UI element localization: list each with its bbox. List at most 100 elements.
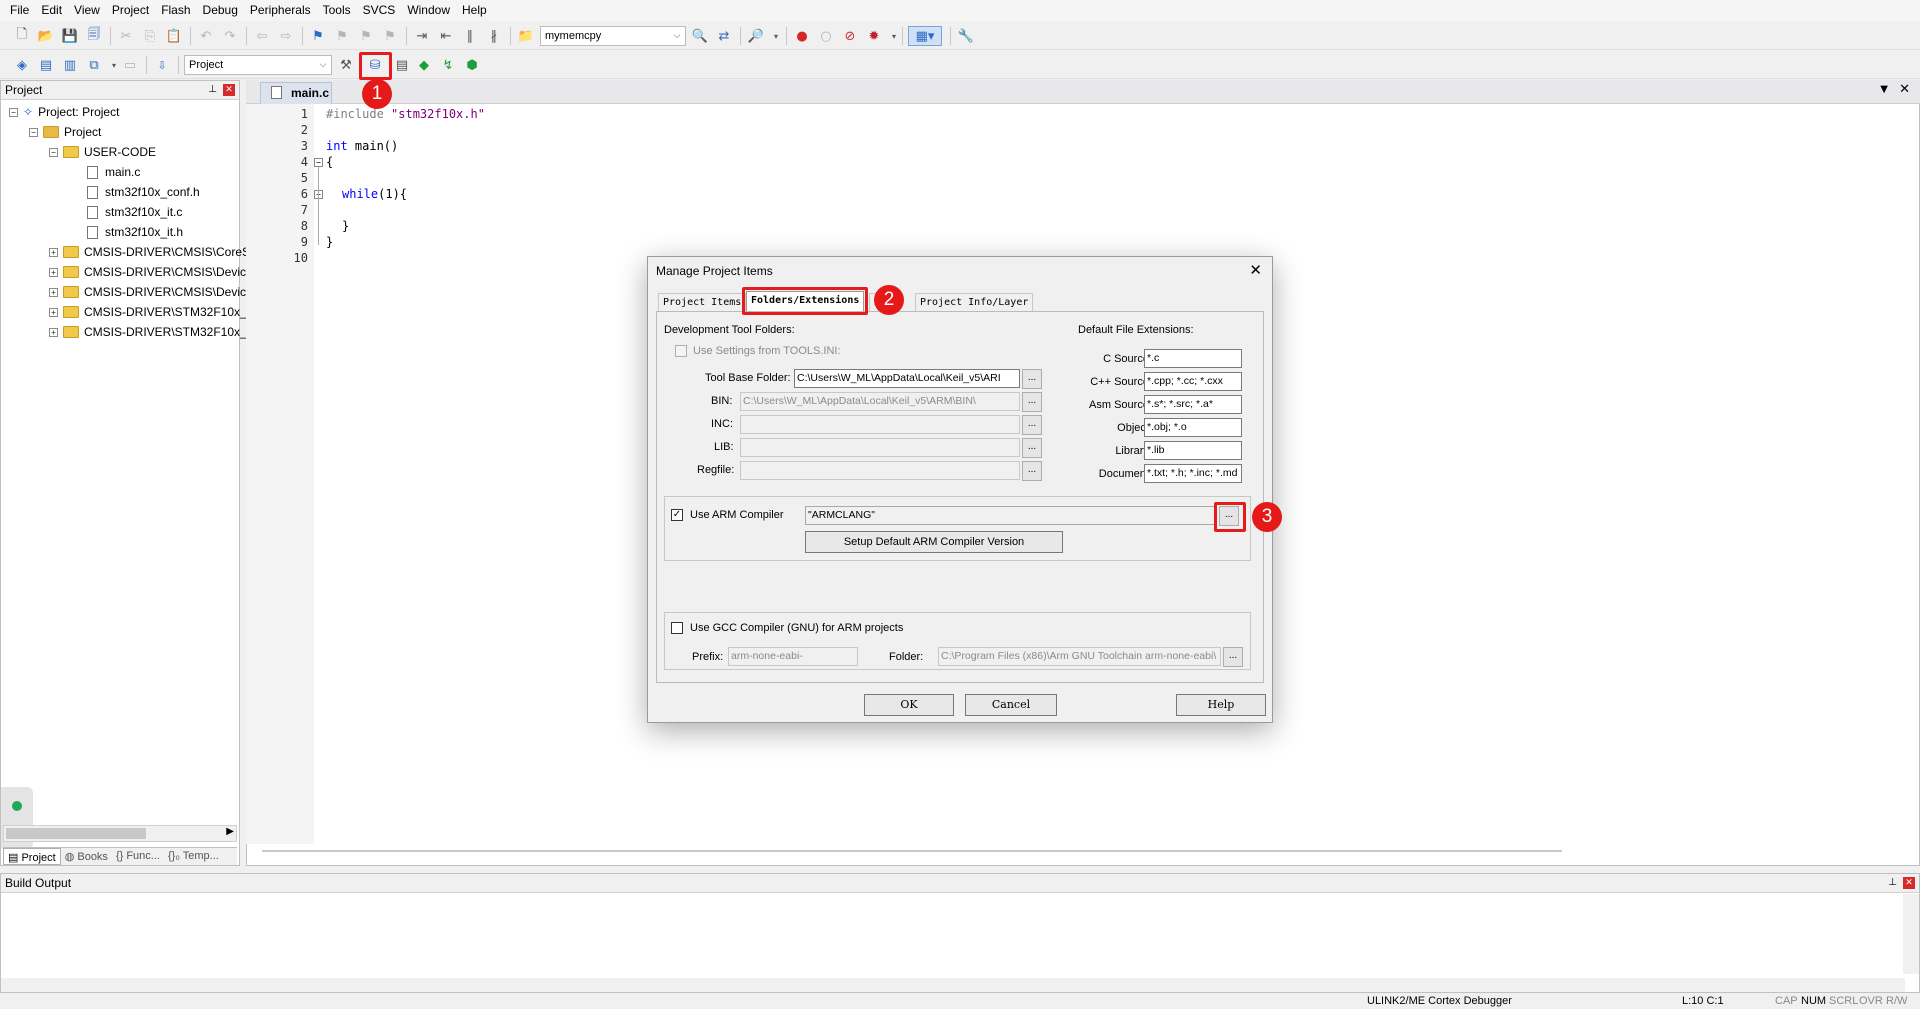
regfile-browse-button[interactable]: ...	[1022, 461, 1042, 481]
tree-item-group[interactable]: + CMSIS-DRIVER\CMSIS\Devic	[49, 283, 246, 301]
fold-toggle-icon[interactable]: −	[314, 158, 323, 167]
tool-base-folder-input[interactable]: C:\Users\W_ML\AppData\Local\Keil_v5\ARI	[794, 369, 1020, 388]
cancel-button[interactable]: Cancel	[965, 694, 1057, 716]
project-target-combo[interactable]: Project ⌵	[184, 55, 332, 75]
redo-icon[interactable]: ↷	[220, 26, 240, 46]
tree-item-group[interactable]: + CMSIS-DRIVER\CMSIS\Devic	[49, 263, 246, 281]
indent-icon[interactable]: ⇥	[412, 26, 432, 46]
expand-icon[interactable]: +	[49, 327, 58, 337]
find-icon[interactable]: 🔍	[690, 26, 710, 46]
bin-browse-button[interactable]: ...	[1022, 392, 1042, 412]
ext-object-input[interactable]: *.obj; *.o	[1144, 418, 1242, 437]
ext-c-input[interactable]: *.c	[1144, 349, 1242, 368]
tab-functions[interactable]: {} Func...	[112, 848, 164, 865]
nav-back-icon[interactable]: ⇦	[252, 26, 272, 46]
tree-item-user-code[interactable]: − USER-CODE	[49, 143, 156, 161]
lib-browse-button[interactable]: ...	[1022, 438, 1042, 458]
window-layout-icon[interactable]: ▦▾	[908, 26, 942, 46]
kill-breakpoints-icon[interactable]: ⊘	[840, 26, 860, 46]
expand-icon[interactable]: +	[49, 247, 58, 257]
select-packs-icon[interactable]: ↯	[438, 55, 458, 75]
inc-browse-button[interactable]: ...	[1022, 415, 1042, 435]
editor-hscrollbar[interactable]	[262, 850, 1562, 852]
menu-flash[interactable]: Flash	[155, 0, 196, 21]
expand-icon[interactable]: +	[49, 307, 58, 317]
tab-main-c[interactable]: main.c	[260, 82, 332, 104]
uncomment-icon[interactable]: ∦	[484, 26, 504, 46]
manage-rte-icon[interactable]: ⬢	[462, 55, 482, 75]
cut-icon[interactable]: ✂	[116, 26, 136, 46]
bookmark-icon[interactable]: ⚑	[308, 26, 328, 46]
ok-button[interactable]: OK	[864, 694, 954, 716]
pack-installer-icon[interactable]: ◆	[414, 55, 434, 75]
close-icon[interactable]: ✕	[1903, 877, 1915, 889]
find-in-files-icon[interactable]: 📁	[516, 26, 536, 46]
tree-item-group[interactable]: + CMSIS-DRIVER\STM32F10x_S	[49, 323, 255, 341]
copy-icon[interactable]: ⎘	[140, 26, 160, 46]
regfile-input[interactable]	[740, 461, 1020, 480]
paste-icon[interactable]: 📋	[164, 26, 184, 46]
expand-icon[interactable]: +	[49, 287, 58, 297]
use-arm-checkbox[interactable]: ✓	[671, 509, 683, 521]
tab-project-items[interactable]: Project Items	[658, 293, 747, 311]
pin-icon[interactable]: ⊥	[1888, 874, 1897, 892]
lib-folder-input[interactable]	[740, 438, 1020, 457]
batch-build-icon[interactable]: ⧉	[84, 55, 104, 75]
undo-icon[interactable]: ↶	[196, 26, 216, 46]
gcc-prefix-input[interactable]: arm-none-eabi-	[728, 647, 858, 666]
rebuild-icon[interactable]: ▥	[60, 55, 80, 75]
download-icon[interactable]: ⇩	[152, 55, 172, 75]
prev-bookmark-icon[interactable]: ⚑	[332, 26, 352, 46]
arm-compiler-input[interactable]: "ARMCLANG"	[805, 506, 1215, 525]
menu-peripherals[interactable]: Peripherals	[244, 0, 317, 21]
close-icon[interactable]: ✕	[1249, 261, 1262, 279]
chevron-down-icon[interactable]: ▾	[766, 26, 786, 46]
scroll-thumb[interactable]	[6, 828, 146, 839]
ext-cpp-input[interactable]: *.cpp; *.cc; *.cxx	[1144, 372, 1242, 391]
options-breakpoint-icon[interactable]: ✹	[864, 26, 884, 46]
tree-item-project-root[interactable]: − ✧ Project: Project	[9, 103, 119, 121]
menu-view[interactable]: View	[68, 0, 106, 21]
tab-project[interactable]: ▤ Project	[3, 848, 61, 865]
gcc-folder-input[interactable]: C:\Program Files (x86)\Arm GNU Toolchain…	[938, 647, 1221, 666]
new-file-icon[interactable]: 🗋	[12, 26, 32, 46]
menu-edit[interactable]: Edit	[35, 0, 68, 21]
menu-help[interactable]: Help	[456, 0, 493, 21]
tab-templates[interactable]: {}₀ Temp...	[164, 848, 223, 865]
ext-asm-input[interactable]: *.s*; *.src; *.a*	[1144, 395, 1242, 414]
output-hscrollbar[interactable]	[1, 978, 1905, 992]
tree-item-file[interactable]: main.c	[87, 163, 140, 181]
menu-debug[interactable]: Debug	[197, 0, 244, 21]
pin-icon[interactable]: ⊥	[208, 81, 217, 99]
expand-icon[interactable]: +	[49, 267, 58, 277]
stop-build-icon[interactable]: ▭	[120, 55, 140, 75]
tab-project-info-layer[interactable]: Project Info/Layer	[915, 293, 1034, 311]
file-extensions-icon[interactable]: ▤	[392, 55, 412, 75]
tab-books[interactable]: ◍ Books	[61, 848, 112, 865]
use-gcc-checkbox[interactable]	[671, 622, 683, 634]
scroll-right-icon[interactable]: ▶	[226, 826, 234, 837]
ext-library-input[interactable]: *.lib	[1144, 441, 1242, 460]
breakpoint-icon[interactable]: ●	[792, 26, 812, 46]
use-settings-checkbox[interactable]	[675, 345, 687, 357]
gcc-folder-browse-button[interactable]: ...	[1223, 647, 1243, 667]
collapse-icon[interactable]: −	[9, 107, 18, 117]
target-options-icon[interactable]: ⚒	[336, 55, 356, 75]
chevron-down-icon[interactable]: ▾	[884, 26, 904, 46]
translate-icon[interactable]: ◈	[12, 55, 32, 75]
bin-folder-input[interactable]: C:\Users\W_ML\AppData\Local\Keil_v5\ARM\…	[740, 392, 1020, 411]
panel-hscrollbar[interactable]: ▶	[3, 825, 237, 842]
replace-icon[interactable]: ⇄	[714, 26, 734, 46]
next-bookmark-icon[interactable]: ⚑	[356, 26, 376, 46]
tree-item-file[interactable]: stm32f10x_it.c	[87, 203, 182, 221]
help-button[interactable]: Help	[1176, 694, 1266, 716]
tab-list-icon[interactable]: ▼	[1880, 84, 1888, 95]
nav-forward-icon[interactable]: ⇨	[276, 26, 296, 46]
menu-project[interactable]: Project	[106, 0, 155, 21]
tree-item-group[interactable]: + CMSIS-DRIVER\STM32F10x_S	[49, 303, 255, 321]
close-icon[interactable]: ✕	[1899, 82, 1910, 97]
build-icon[interactable]: ▤	[36, 55, 56, 75]
tree-item-project-target[interactable]: − Project	[29, 123, 101, 141]
close-icon[interactable]: ✕	[223, 84, 235, 96]
unindent-icon[interactable]: ⇤	[436, 26, 456, 46]
